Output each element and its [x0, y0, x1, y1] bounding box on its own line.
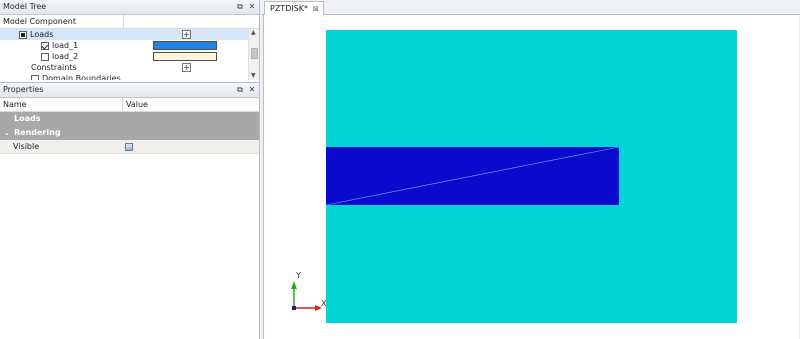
properties-header: Properties ⧉ ✕	[0, 83, 259, 98]
scroll-up-icon[interactable]: ▲	[251, 29, 256, 36]
axis-origin	[292, 306, 296, 310]
property-value[interactable]	[123, 140, 259, 153]
column-header-value[interactable]	[124, 15, 259, 28]
app-window: Model Tree ⧉ ✕ Model Component ⌄ Loads + lo…	[0, 0, 800, 339]
add-icon[interactable]: +	[182, 30, 191, 39]
float-panel-icon[interactable]: ⧉	[236, 3, 244, 11]
tab-pztdisk[interactable]: PZTDISK* ⊠	[264, 1, 324, 15]
tree-item-label: load_1	[52, 41, 79, 50]
color-swatch[interactable]	[153, 41, 217, 50]
tree-item-label: Domain Boundaries	[42, 74, 121, 80]
property-group-loads[interactable]: Loads	[0, 112, 259, 126]
document-tabstrip: PZTDISK* ⊠	[262, 0, 800, 15]
model-tree-header: Model Tree ⧉ ✕	[0, 0, 259, 15]
add-icon[interactable]: +	[182, 63, 191, 72]
tree-item-label: Constraints	[31, 63, 77, 72]
float-panel-icon[interactable]: ⧉	[236, 86, 244, 94]
column-header-component[interactable]: Model Component	[0, 15, 124, 28]
tab-label: PZTDISK*	[270, 3, 309, 13]
document-area: PZTDISK* ⊠ Y X	[262, 0, 800, 339]
axis-x-label: X	[321, 299, 327, 308]
tree-row-domain-boundaries[interactable]: Domain Boundaries	[0, 73, 248, 80]
model-tree-column-header: Model Component	[0, 15, 259, 29]
close-panel-icon[interactable]: ✕	[248, 86, 256, 94]
axis-triad: Y X	[291, 271, 327, 311]
model-tree-panel: Model Tree ⧉ ✕ Model Component ⌄Loads+lo…	[0, 0, 259, 80]
graphics-viewport[interactable]: Y X	[263, 15, 799, 339]
properties-title: Properties	[3, 85, 44, 94]
model-tree-list: ⌄Loads+load_1load_2Constraints+Domain Bo…	[0, 29, 248, 80]
tree-item-label: load_2	[52, 52, 79, 61]
color-swatch[interactable]	[153, 52, 217, 61]
checkbox-icon[interactable]	[125, 143, 133, 151]
tree-item-label: Loads	[30, 30, 54, 39]
property-name: Visible	[13, 142, 40, 151]
y-axis-arrowhead	[291, 281, 297, 289]
column-header-value[interactable]: Value	[123, 98, 259, 111]
checkbox-icon[interactable]	[41, 53, 49, 61]
left-dock: Model Tree ⧉ ✕ Model Component ⌄ Loads + lo…	[0, 0, 260, 339]
checkbox-icon[interactable]	[41, 42, 49, 50]
model-tree-scrollbar[interactable]: ▲ ▼	[248, 29, 259, 80]
axis-y-label: Y	[295, 271, 301, 280]
tree-row-load-2[interactable]: load_2	[0, 51, 248, 62]
chevron-down-icon[interactable]: ⌄	[4, 126, 10, 140]
viewport-canvas[interactable]: Y X	[264, 15, 800, 339]
group-label: Loads	[14, 114, 41, 123]
column-header-name[interactable]: Name	[0, 98, 123, 111]
model-tree-title: Model Tree	[3, 2, 47, 11]
scrollbar-thumb[interactable]	[251, 48, 258, 59]
property-group-rendering[interactable]: ⌄ Rendering	[0, 126, 259, 140]
checkbox-icon[interactable]	[31, 75, 39, 80]
scroll-down-icon[interactable]: ▼	[251, 72, 256, 79]
properties-panel: Properties ⧉ ✕ Name Value Loads ⌄ Render…	[0, 82, 259, 339]
tree-row-load-1[interactable]: load_1	[0, 40, 248, 51]
close-icon[interactable]: ⊠	[313, 3, 319, 15]
tree-row-constraints[interactable]: Constraints +	[0, 62, 248, 73]
properties-column-header: Name Value	[0, 98, 259, 112]
checkbox-icon[interactable]	[19, 31, 27, 39]
tree-row-loads[interactable]: ⌄Loads+	[0, 29, 248, 40]
property-row-visible[interactable]: Visible	[0, 140, 259, 154]
close-panel-icon[interactable]: ✕	[248, 3, 256, 11]
group-label: Rendering	[14, 128, 61, 137]
